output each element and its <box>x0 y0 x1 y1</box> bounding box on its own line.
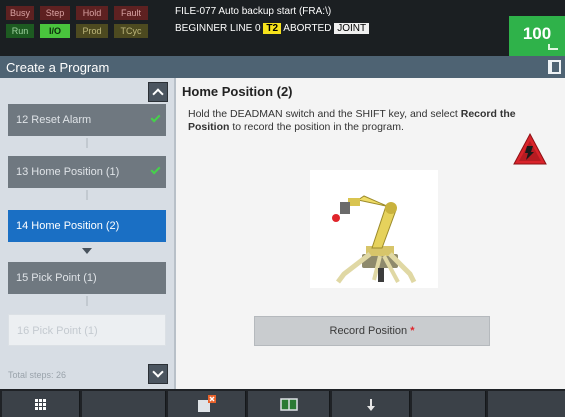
tcyc-lamp: TCyc <box>114 24 148 38</box>
step-lamp: Step <box>40 6 70 20</box>
step-item[interactable]: 13 Home Position (1) <box>8 156 166 188</box>
io-lamp: I/O <box>40 24 70 38</box>
arrow-down-icon <box>82 248 92 254</box>
mode-badge: T2 <box>263 23 282 34</box>
alarm-message: FILE-077 Auto backup start (FRA:\) <box>175 6 332 17</box>
step-list-panel: 12 Reset Alarm 13 Home Position (1) 14 H… <box>0 78 174 389</box>
step-connector <box>86 296 88 306</box>
robot-illustration <box>310 170 438 288</box>
record-position-button[interactable]: Record Position * <box>254 316 490 346</box>
override-indicator-icon <box>548 44 558 50</box>
panel-layout-icon <box>280 398 298 411</box>
arrow-down-icon <box>367 399 375 411</box>
step-item[interactable]: 15 Pick Point (1) <box>8 262 166 294</box>
record-position-label: Record Position <box>329 325 408 337</box>
function-key-f4[interactable] <box>332 391 410 417</box>
instruction-text-end: to record the position in the program. <box>229 121 404 133</box>
menu-key[interactable] <box>2 391 80 417</box>
step-item: 16 Pick Point (1) <box>8 314 166 346</box>
hold-lamp: Hold <box>76 6 108 20</box>
page-title: Create a Program <box>6 60 110 75</box>
function-key-next[interactable] <box>488 391 565 417</box>
function-key-f2[interactable] <box>168 391 246 417</box>
function-key-f3[interactable] <box>248 391 330 417</box>
busy-lamp: Busy <box>6 6 34 20</box>
fault-lamp: Fault <box>114 6 148 20</box>
required-mark: * <box>410 325 415 337</box>
instruction-text: Hold the DEADMAN switch and the SHIFT ke… <box>188 108 461 120</box>
check-icon <box>150 112 161 123</box>
window-menu-icon[interactable] <box>548 60 561 74</box>
step-label: 16 Pick Point (1) <box>17 325 98 337</box>
speed-override[interactable]: 100 <box>509 16 565 56</box>
scroll-up-button[interactable] <box>148 82 168 102</box>
run-lamp: Run <box>6 24 34 38</box>
coord-badge: JOINT <box>334 23 370 34</box>
step-label: 14 Home Position (2) <box>16 220 120 232</box>
step-item-active[interactable]: 14 Home Position (2) <box>8 210 166 242</box>
step-label: 15 Pick Point (1) <box>16 272 97 284</box>
program-status-line: BEGINNER LINE 0 T2 ABORTED JOINT <box>175 22 370 35</box>
function-key-bar <box>0 389 565 417</box>
step-label: 13 Home Position (1) <box>16 166 120 178</box>
prod-lamp: Prod <box>76 24 108 38</box>
check-icon <box>150 164 161 175</box>
title-bar: Create a Program <box>0 56 565 78</box>
warning-triangle-icon <box>513 132 547 165</box>
chevron-up-icon <box>152 88 164 100</box>
function-key-f1[interactable] <box>82 391 166 417</box>
step-label: 12 Reset Alarm <box>16 114 92 126</box>
function-key-f5[interactable] <box>412 391 486 417</box>
step-connector <box>86 190 88 200</box>
close-document-icon <box>198 395 216 412</box>
total-steps: Total steps: 26 <box>8 370 67 380</box>
step-item[interactable]: 12 Reset Alarm <box>8 104 166 136</box>
step-content-panel: Home Position (2) Hold the DEADMAN switc… <box>174 78 565 389</box>
chevron-down-icon <box>152 366 164 378</box>
grid-menu-icon <box>35 399 46 410</box>
step-connector <box>86 138 88 148</box>
scroll-down-button[interactable] <box>148 364 168 384</box>
step-instructions: Hold the DEADMAN switch and the SHIFT ke… <box>188 108 518 134</box>
status-bar: Busy Step Hold Fault Run I/O Prod TCyc F… <box>0 0 565 56</box>
program-state: ABORTED <box>283 23 332 34</box>
program-name: BEGINNER LINE 0 <box>175 23 261 34</box>
step-title: Home Position (2) <box>182 84 293 99</box>
